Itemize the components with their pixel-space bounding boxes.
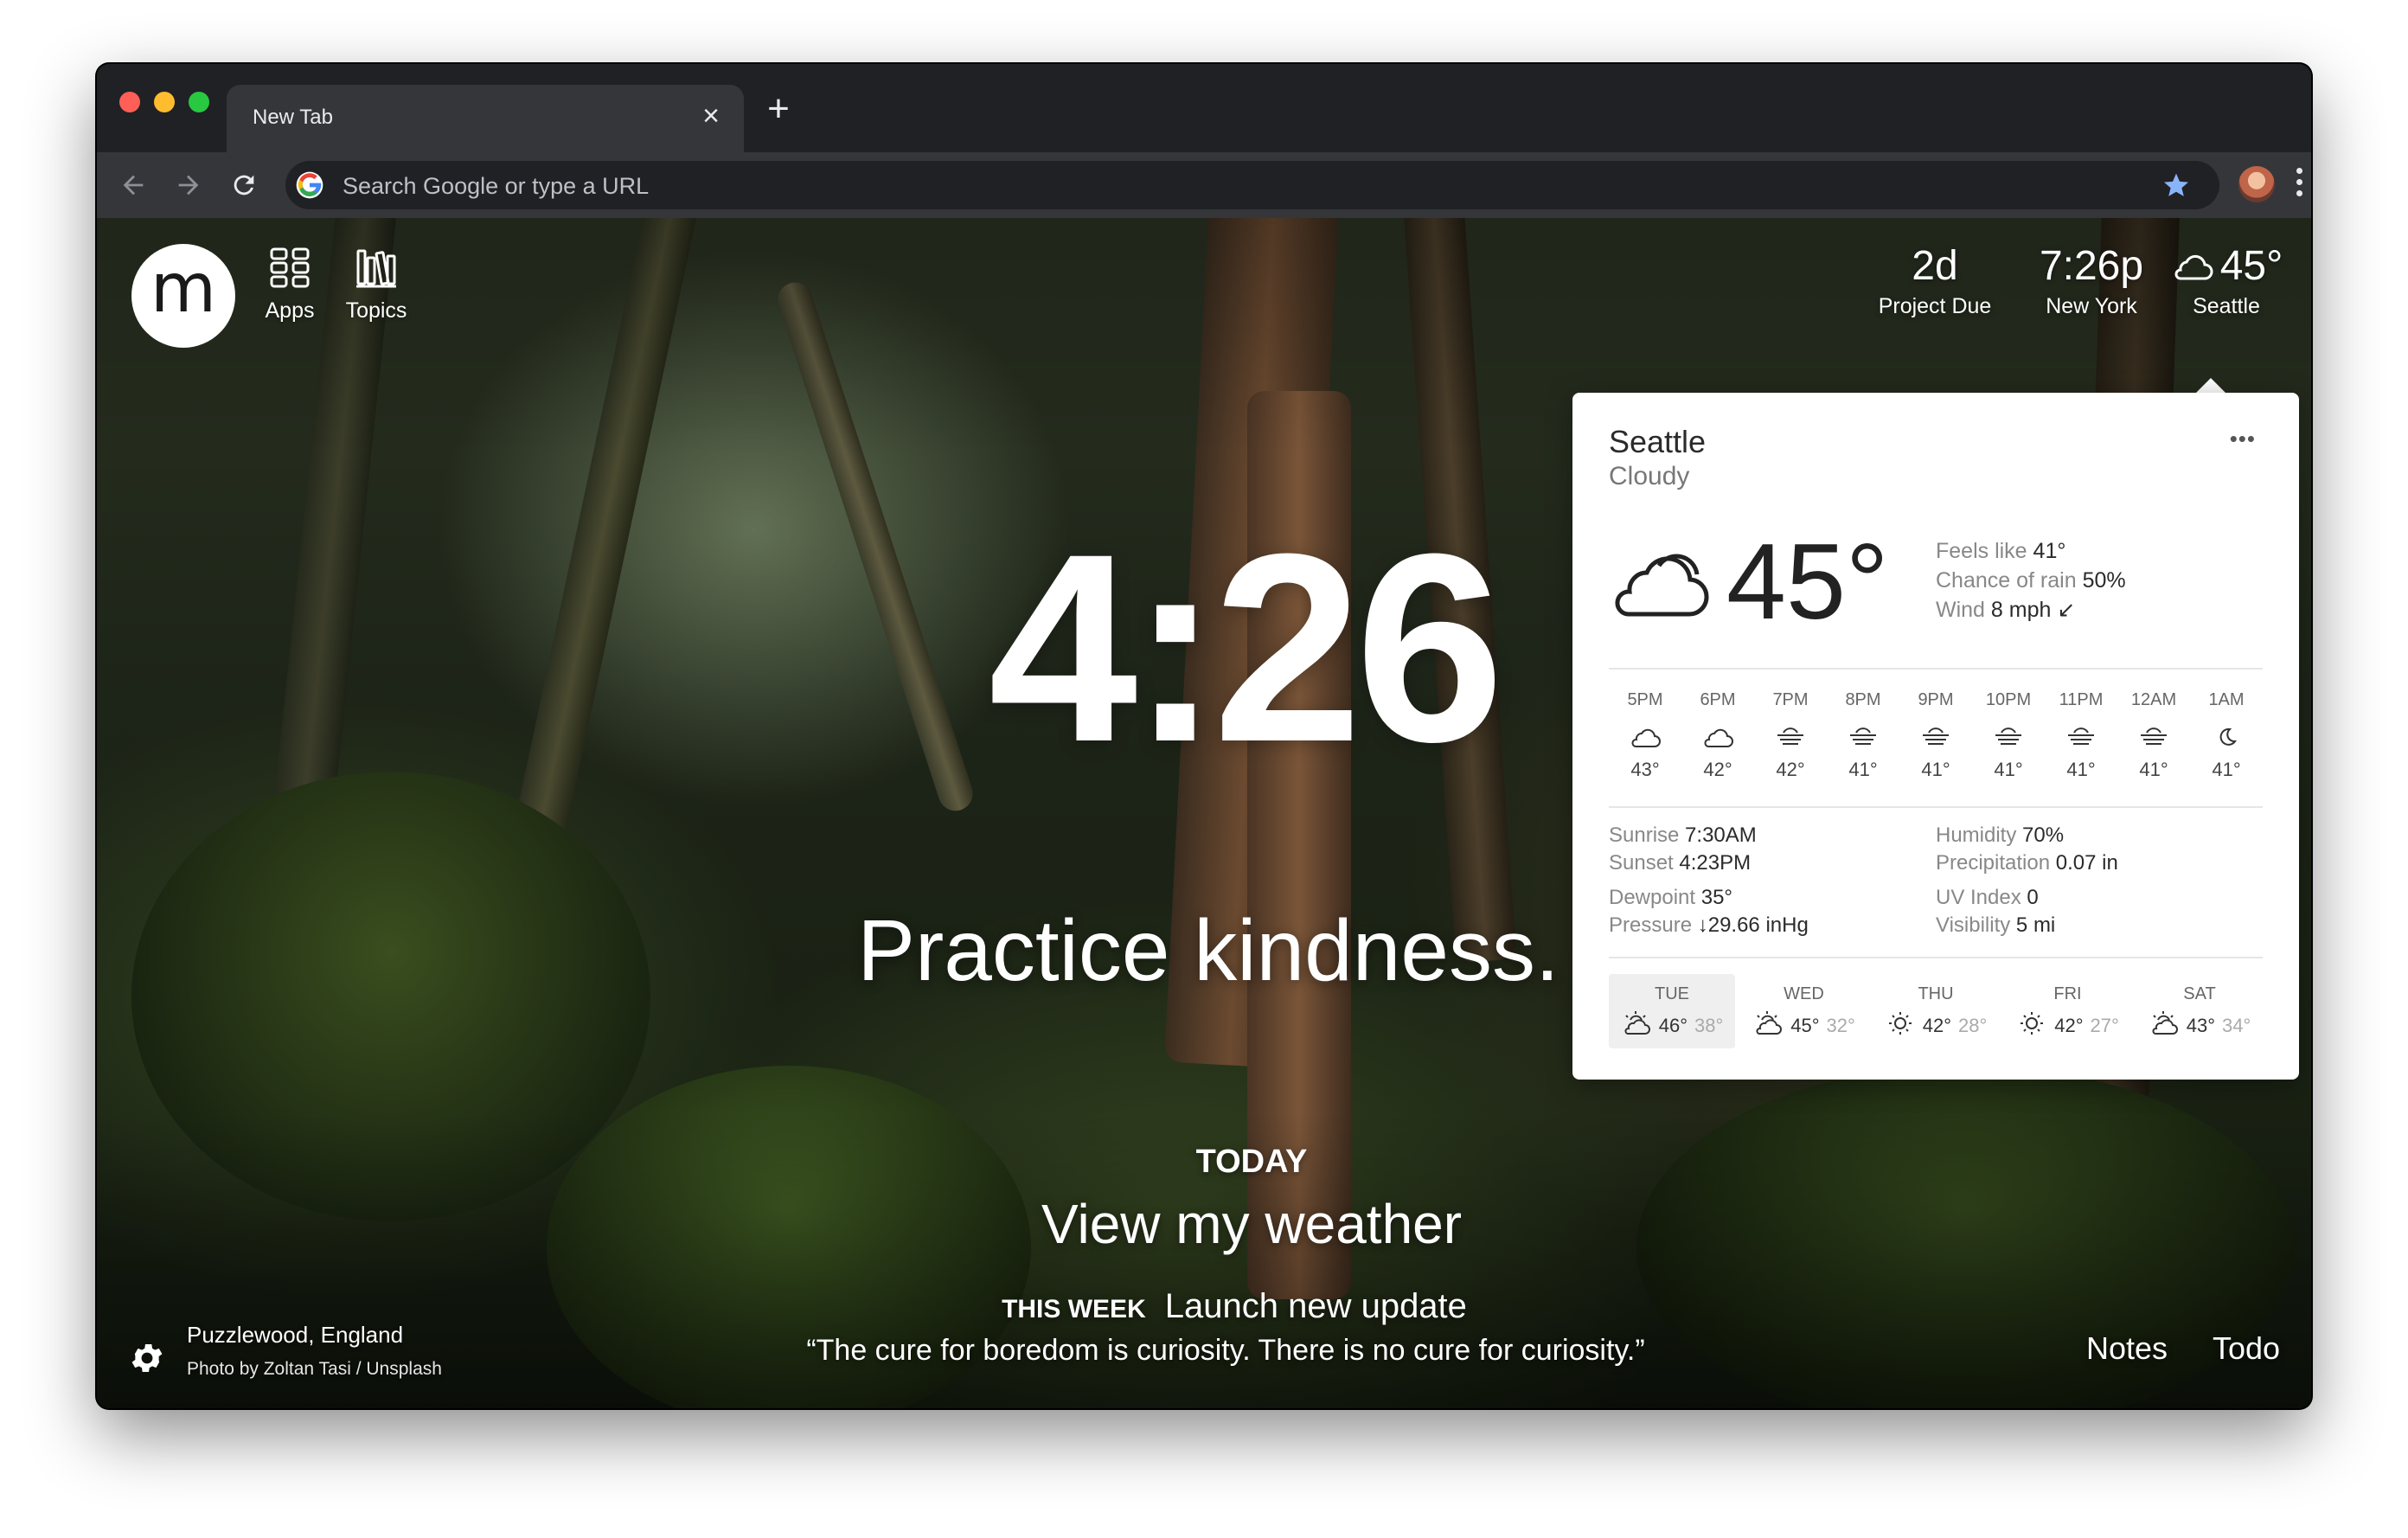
- maximize-window-button[interactable]: [189, 92, 209, 112]
- partly-sunny-icon: [1752, 1009, 1784, 1042]
- sun-icon: [1885, 1009, 1916, 1042]
- momentum-logo[interactable]: m: [131, 244, 235, 348]
- address-bar-placeholder: Search Google or type a URL: [343, 173, 650, 199]
- humidity-row: Humidity 70%: [1936, 823, 2065, 847]
- topics-button[interactable]: Topics: [337, 246, 415, 324]
- tab-strip: New Tab × +: [97, 64, 2311, 152]
- precipitation-row: Precipitation 0.07 in: [1936, 851, 2118, 875]
- more-options-icon[interactable]: •••: [2230, 426, 2256, 452]
- day-high: 43°: [2186, 1015, 2215, 1036]
- day-low: 32°: [1826, 1015, 1855, 1036]
- tab-new-tab[interactable]: New Tab ×: [227, 85, 744, 152]
- apps-grid-icon: [270, 247, 310, 288]
- todo-button[interactable]: Todo: [2213, 1330, 2280, 1367]
- partly-sunny-icon: [2149, 1009, 2180, 1042]
- world-clock-time: 7:26p: [2039, 243, 2144, 289]
- world-clock-widget[interactable]: 7:26p New York: [2022, 242, 2161, 319]
- browser-toolbar: Search Google or type a URL: [97, 152, 2311, 218]
- day-high: 42°: [1922, 1015, 1951, 1036]
- arrow-right-icon: [178, 175, 199, 195]
- cloud-icon: [2174, 254, 2213, 280]
- sunset-row: Sunset 4:23PM: [1609, 851, 1752, 875]
- new-tab-page: m Apps Topics 2d Project Due 7:26p New Y…: [97, 218, 2311, 1408]
- minimize-window-button[interactable]: [154, 92, 175, 112]
- new-tab-button[interactable]: +: [759, 90, 797, 130]
- apps-label: Apps: [265, 298, 315, 323]
- day-low: 34°: [2222, 1015, 2251, 1036]
- day-low: 27°: [2090, 1015, 2119, 1036]
- day-high: 46°: [1658, 1015, 1688, 1036]
- reload-button[interactable]: [225, 166, 263, 204]
- partly-sunny-icon: [1621, 1009, 1652, 1042]
- today-label: TODAY: [1195, 1144, 1308, 1180]
- world-clock-city: New York: [2046, 294, 2137, 318]
- sun-icon: [2016, 1009, 2047, 1042]
- day-low: 28°: [1958, 1015, 1988, 1036]
- countdown-value: 2d: [1912, 243, 1958, 289]
- mantra[interactable]: Practice kindness.: [97, 901, 2311, 1001]
- weather-condition: Cloudy: [1609, 462, 1690, 490]
- countdown-widget[interactable]: 2d Project Due: [1861, 242, 2008, 319]
- day-high: 42°: [2054, 1015, 2084, 1036]
- books-icon: [356, 249, 396, 288]
- google-icon: [296, 171, 323, 199]
- countdown-label: Project Due: [1878, 294, 1992, 318]
- day-low: 38°: [1694, 1015, 1724, 1036]
- close-window-button[interactable]: [119, 92, 140, 112]
- weather-widget-temp: 45°: [2219, 243, 2283, 289]
- browser-menu-icon[interactable]: [2294, 168, 2304, 202]
- close-tab-icon[interactable]: ×: [695, 100, 727, 131]
- weather-widget[interactable]: 45° Seattle: [2154, 242, 2299, 319]
- topics-label: Topics: [345, 298, 407, 323]
- today-focus[interactable]: View my weather: [97, 1192, 2311, 1256]
- apps-button[interactable]: Apps: [251, 246, 329, 324]
- day-high: 45°: [1790, 1015, 1820, 1036]
- weather-city[interactable]: Seattle: [1609, 424, 1706, 460]
- address-bar[interactable]: Search Google or type a URL: [285, 161, 2219, 209]
- sunrise-row: Sunrise 7:30AM: [1609, 823, 1757, 847]
- notes-button[interactable]: Notes: [2086, 1330, 2168, 1367]
- main-clock[interactable]: 4:26: [97, 493, 2311, 802]
- browser-window: New Tab × + Search Google or type a URL: [97, 64, 2311, 1408]
- tab-title: New Tab: [253, 106, 333, 129]
- weather-widget-city: Seattle: [2193, 294, 2260, 318]
- reload-icon: [234, 175, 254, 195]
- arrow-left-icon: [123, 175, 144, 195]
- profile-avatar[interactable]: [2238, 166, 2275, 202]
- week-focus[interactable]: Launch new update: [1165, 1287, 1467, 1325]
- forward-button[interactable]: [170, 166, 208, 204]
- back-button[interactable]: [114, 166, 152, 204]
- week-focus-row: THIS WEEK Launch new update: [97, 1287, 2311, 1326]
- divider: [1609, 806, 2263, 808]
- daily-quote[interactable]: “The cure for boredom is curiosity. Ther…: [97, 1334, 2311, 1368]
- week-label: THIS WEEK: [1002, 1295, 1146, 1323]
- bookmark-star-icon[interactable]: [2162, 171, 2190, 199]
